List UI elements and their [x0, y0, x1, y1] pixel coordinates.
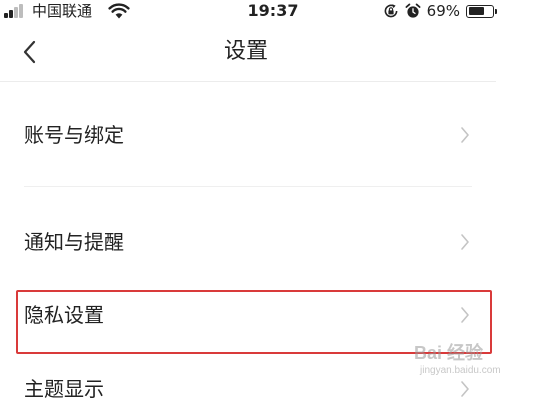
status-right-group: 69% — [383, 2, 497, 20]
settings-item-label: 主题显示 — [24, 377, 104, 401]
chevron-right-icon — [461, 307, 469, 323]
battery-icon — [466, 4, 497, 18]
battery-percent: 69% — [426, 2, 460, 20]
status-bar: 中国联通 19:37 69% — [0, 0, 546, 22]
rotation-lock-icon — [384, 4, 398, 18]
watermark: Bai 经验 jingyan.baidu.com — [414, 342, 526, 382]
chevron-right-icon — [461, 127, 469, 143]
chevron-right-icon — [461, 234, 469, 250]
settings-item-notifications[interactable]: 通知与提醒 — [0, 215, 496, 269]
nav-bar: 设置 — [0, 22, 546, 82]
settings-item-label: 隐私设置 — [24, 303, 104, 327]
watermark-logo: Bai 经验 — [414, 343, 484, 363]
nav-divider — [0, 81, 496, 82]
group-divider — [24, 186, 472, 187]
watermark-url: jingyan.baidu.com — [420, 365, 501, 376]
settings-item-label: 通知与提醒 — [24, 230, 124, 254]
page-title: 设置 — [223, 39, 268, 64]
settings-item-label: 账号与绑定 — [24, 123, 124, 147]
battery-fill — [468, 7, 485, 15]
chevron-right-icon — [461, 381, 469, 397]
settings-item-privacy[interactable]: 隐私设置 — [0, 288, 496, 342]
alarm-icon — [405, 3, 421, 18]
settings-item-account-binding[interactable]: 账号与绑定 — [0, 108, 496, 162]
